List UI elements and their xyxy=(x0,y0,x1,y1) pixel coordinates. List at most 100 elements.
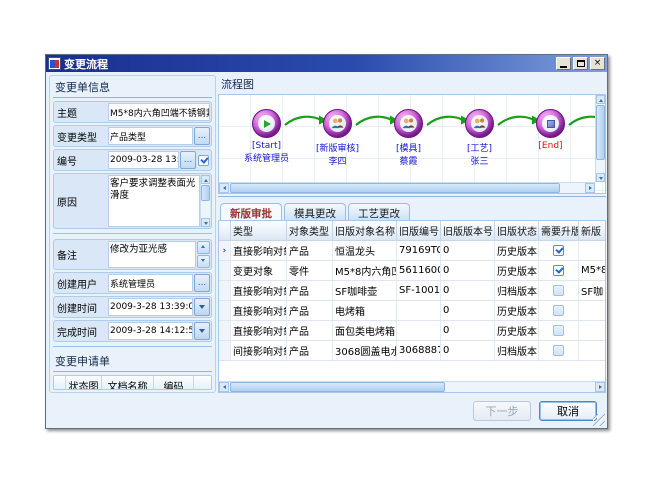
table-row[interactable]: 直接影响对象 产品 面包类电烤箱 0 历史版本 xyxy=(219,321,605,341)
scroll-thumb[interactable] xyxy=(201,185,210,201)
header-new-name[interactable]: 新版 xyxy=(579,221,606,241)
number-input[interactable]: 2009-03-28 13:39:01 xyxy=(108,151,179,169)
header-status-icon[interactable]: 状态图 xyxy=(66,376,102,390)
upgrade-checkbox[interactable] xyxy=(553,325,564,336)
resize-grip[interactable] xyxy=(593,414,605,426)
scroll-right-icon[interactable] xyxy=(595,382,605,392)
chevron-down-icon xyxy=(199,305,205,309)
header-old-code[interactable]: 旧版编号 xyxy=(397,221,441,241)
scroll-track[interactable] xyxy=(596,104,605,173)
subject-input[interactable]: M5*8内六角凹端不锈钢紧固螺钉 xyxy=(108,103,210,121)
cell-new-name xyxy=(579,321,606,341)
row-indicator: › xyxy=(219,241,231,261)
cell-new-name xyxy=(579,241,606,261)
minimize-button[interactable] xyxy=(556,57,571,70)
cancel-button[interactable]: 取消 xyxy=(539,401,597,421)
scroll-down-icon[interactable] xyxy=(201,218,210,227)
header-indicator xyxy=(54,376,66,390)
reason-textarea[interactable]: 客户要求调整表面光滑度 xyxy=(108,175,200,227)
change-process-window: 变更流程 × 变更单信息 主题 M5*8内六角凹端不锈钢紧固螺钉 变更类型 产品… xyxy=(45,54,608,429)
header-old-status[interactable]: 旧版状态 xyxy=(495,221,539,241)
upgrade-checkbox[interactable] xyxy=(553,285,564,296)
spin-down-icon[interactable] xyxy=(197,255,210,268)
impact-table-empty-space xyxy=(219,361,605,381)
impact-table-hscrollbar[interactable] xyxy=(219,381,605,392)
table-row[interactable]: 变更对象 零件 M5*8内六角凹... 5611600 0 历史版本 M5*8 xyxy=(219,261,605,281)
flow-hscrollbar[interactable] xyxy=(219,182,595,193)
create-user-input[interactable]: 系统管理员 xyxy=(108,274,193,292)
flow-node[interactable]: [新版审核] 李四 xyxy=(302,109,373,167)
cell-upgrade xyxy=(539,301,579,321)
create-user-picker-button[interactable]: ... xyxy=(194,274,210,292)
header-type[interactable]: 类型 xyxy=(231,221,287,241)
spin-up-icon[interactable] xyxy=(197,241,210,254)
flow-step-label: [Start] xyxy=(252,141,281,151)
create-time-input[interactable]: 2009-3-28 13:39:01 xyxy=(108,298,193,316)
flow-chart-title: 流程图 xyxy=(218,75,606,94)
scroll-thumb[interactable] xyxy=(230,382,445,392)
header-doc-name[interactable]: 文档名称 xyxy=(102,376,154,390)
upgrade-checkbox[interactable] xyxy=(553,245,564,256)
close-button[interactable]: × xyxy=(590,57,605,70)
number-checkbox[interactable] xyxy=(198,155,209,166)
next-button[interactable]: 下一步 xyxy=(473,401,531,421)
cell-obj-type: 产品 xyxy=(287,301,333,321)
cell-new-name xyxy=(579,341,606,361)
finish-time-dropdown-button[interactable] xyxy=(194,322,210,340)
change-type-input[interactable]: 产品类型 xyxy=(108,127,193,145)
tab[interactable]: 工艺更改 xyxy=(348,203,410,220)
scroll-up-icon[interactable] xyxy=(201,175,210,184)
cell-old-code: 5611600 xyxy=(397,261,441,281)
footer: 下一步 取消 xyxy=(46,394,607,428)
scroll-track[interactable] xyxy=(229,183,585,193)
number-picker-button[interactable]: ... xyxy=(180,151,196,169)
header-code[interactable]: 编码 xyxy=(154,376,194,390)
flow-node[interactable]: [Start] 系统管理员 xyxy=(231,109,302,167)
scroll-right-icon[interactable] xyxy=(585,183,595,193)
header-old-ver[interactable]: 旧版版本号 xyxy=(441,221,495,241)
finish-time-input[interactable]: 2009-3-28 14:12:50 xyxy=(108,322,193,340)
table-row[interactable]: 间接影响对象 产品 3068圆盖电水壶 3068887 0 归档版本 xyxy=(219,341,605,361)
field-finish-time: 完成时间 2009-3-28 14:12:50 xyxy=(53,320,212,342)
change-type-picker-button[interactable]: ... xyxy=(194,127,210,145)
header-upgrade[interactable]: 需要升版 xyxy=(539,221,579,241)
cell-upgrade xyxy=(539,281,579,301)
flow-vscrollbar[interactable] xyxy=(595,95,605,182)
change-request-table: 状态图 文档名称 编码 › W links表... 普通 xyxy=(53,375,212,390)
scroll-left-icon[interactable] xyxy=(219,183,229,193)
scroll-down-icon[interactable] xyxy=(596,173,605,182)
scroll-thumb[interactable] xyxy=(230,183,560,193)
flow-node[interactable]: [End] xyxy=(515,109,586,167)
cell-new-name: M5*8 xyxy=(579,261,606,281)
field-create-time: 创建时间 2009-3-28 13:39:01 xyxy=(53,296,212,318)
table-row[interactable]: › 直接影响对象 产品 恒温龙头 79169TC 0 历史版本 xyxy=(219,241,605,261)
cell-obj-type: 零件 xyxy=(287,261,333,281)
flow-node[interactable]: [工艺] 张三 xyxy=(444,109,515,167)
remark-textarea[interactable]: 修改为亚光感 xyxy=(108,241,196,268)
upgrade-checkbox[interactable] xyxy=(553,265,564,276)
scroll-up-icon[interactable] xyxy=(596,95,605,104)
cell-type: 变更对象 xyxy=(231,261,287,281)
titlebar[interactable]: 变更流程 × xyxy=(46,55,607,72)
create-time-dropdown-button[interactable] xyxy=(194,298,210,316)
scroll-left-icon[interactable] xyxy=(219,382,229,392)
scroll-track[interactable] xyxy=(201,184,210,218)
table-row[interactable]: 直接影响对象 产品 SF咖啡壶 SF-1001 0 归档版本 SF咖 xyxy=(219,281,605,301)
upgrade-checkbox[interactable] xyxy=(553,305,564,316)
scroll-thumb[interactable] xyxy=(596,105,605,160)
tab[interactable]: 新版审批 xyxy=(220,203,282,220)
cell-type: 直接影响对象 xyxy=(231,281,287,301)
field-remark: 备注 修改为亚光感 xyxy=(53,239,212,270)
change-info-panel: 变更单信息 主题 M5*8内六角凹端不锈钢紧固螺钉 变更类型 产品类型 ... … xyxy=(49,75,216,393)
scroll-track[interactable] xyxy=(229,382,595,392)
header-old-name[interactable]: 旧版对象名称 xyxy=(333,221,397,241)
reason-scrollbar[interactable] xyxy=(200,175,210,227)
maximize-button[interactable] xyxy=(573,57,588,70)
flow-node[interactable]: [模具] 蔡霞 xyxy=(373,109,444,167)
cell-old-name: 面包类电烤箱 xyxy=(333,321,397,341)
table-row[interactable]: 直接影响对象 产品 电烤箱 0 历史版本 xyxy=(219,301,605,321)
tab[interactable]: 模具更改 xyxy=(284,203,346,220)
flow-person-label: 李四 xyxy=(328,154,346,167)
upgrade-checkbox[interactable] xyxy=(553,345,564,356)
header-obj-type[interactable]: 对象类型 xyxy=(287,221,333,241)
